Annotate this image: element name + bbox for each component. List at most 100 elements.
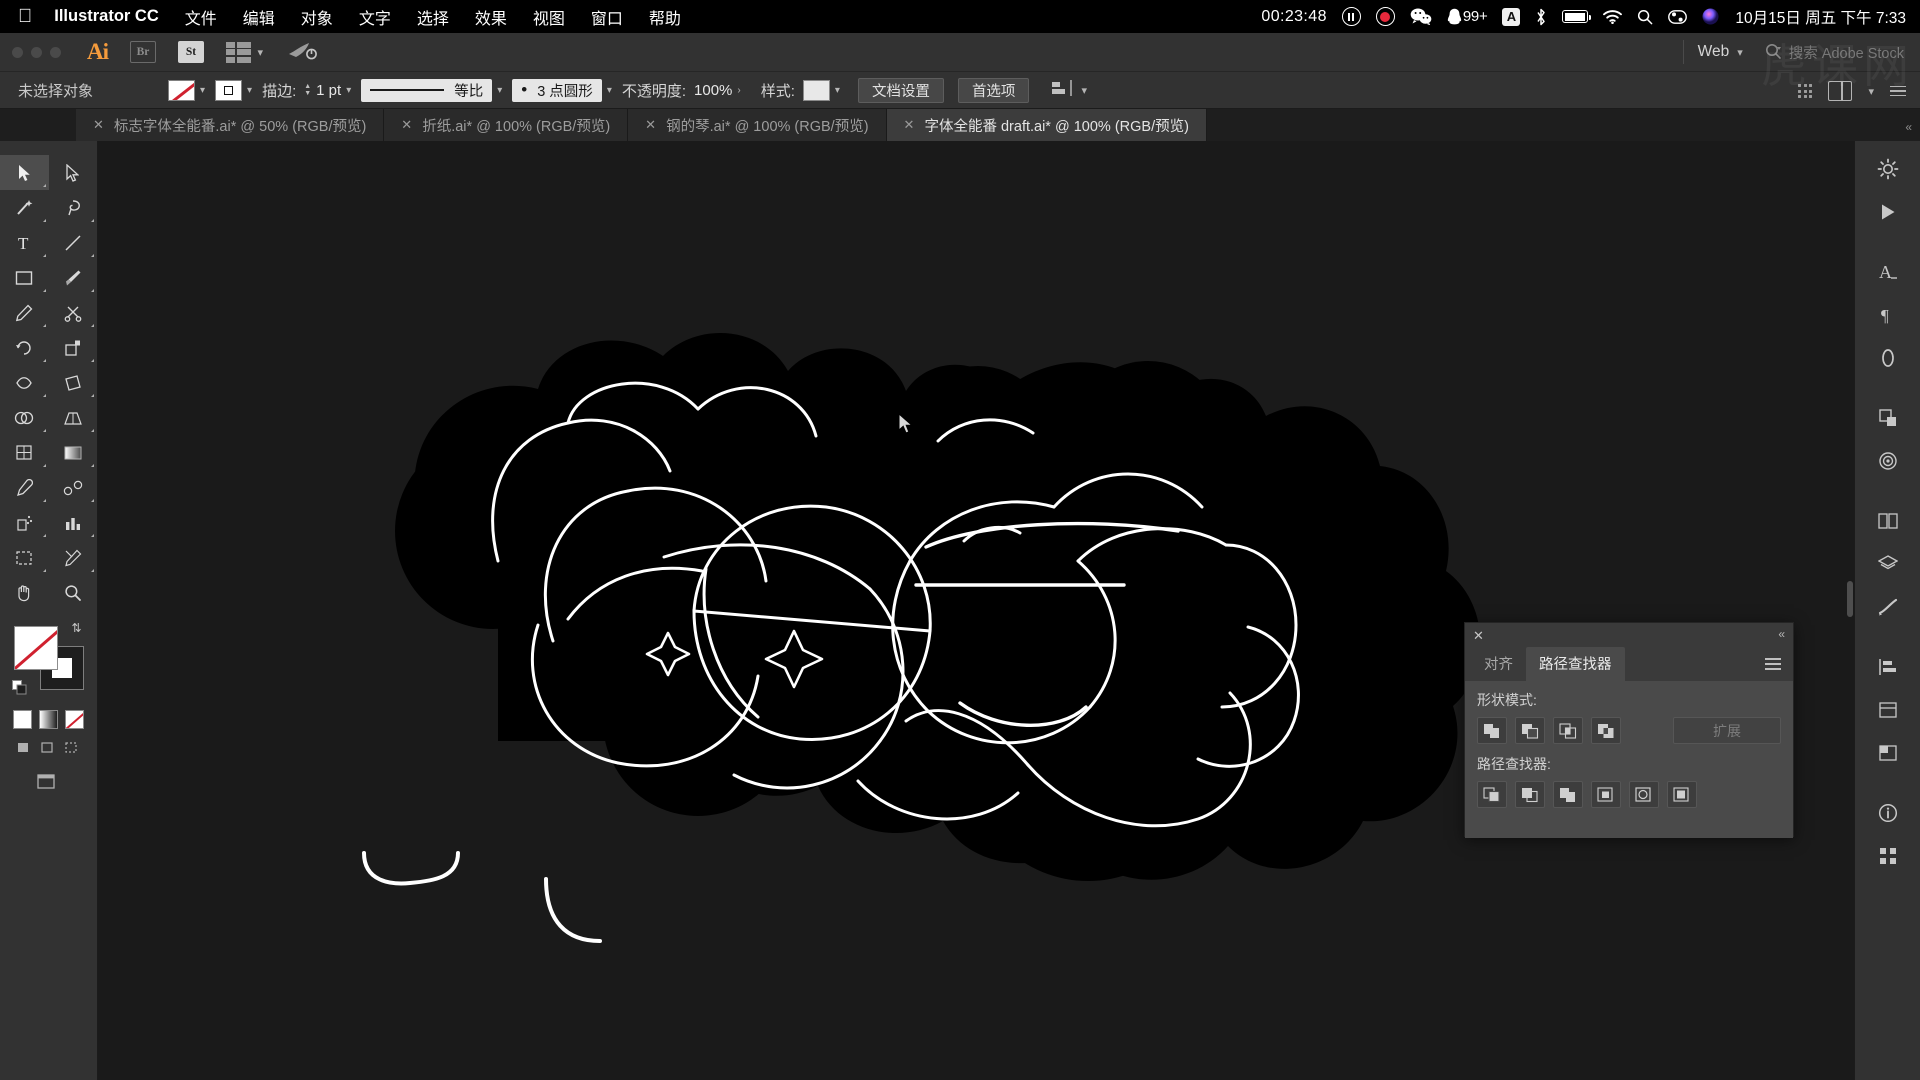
minus-back-icon[interactable] xyxy=(1667,781,1697,808)
menu-edit[interactable]: 编辑 xyxy=(243,5,275,29)
column-graph-tool[interactable] xyxy=(49,505,98,540)
chevron-down-icon[interactable]: ▾ xyxy=(1868,85,1874,98)
rotate-tool[interactable] xyxy=(0,330,49,365)
close-icon[interactable]: ✕ xyxy=(93,117,104,133)
expand-button[interactable]: 扩展 xyxy=(1673,717,1781,744)
brush-definition-select[interactable]: • 3 点圆形 xyxy=(512,78,602,102)
libraries-play-icon[interactable] xyxy=(1866,192,1910,232)
chevron-down-icon[interactable]: ▾ xyxy=(607,85,612,96)
chevron-down-icon[interactable]: ▾ xyxy=(200,85,205,96)
close-icon[interactable]: ✕ xyxy=(1473,628,1484,644)
layers-icon[interactable] xyxy=(1866,544,1910,584)
record-icon[interactable] xyxy=(1375,7,1395,26)
tab-align[interactable]: 对齐 xyxy=(1471,647,1526,681)
width-tool[interactable] xyxy=(0,365,49,400)
menubar-app-name[interactable]: Illustrator CC xyxy=(54,7,159,26)
stroke-weight-value[interactable]: 1 pt xyxy=(316,82,341,99)
type-tool[interactable]: T xyxy=(0,225,49,260)
symbols-icon[interactable] xyxy=(1866,836,1910,876)
perspective-grid-tool[interactable] xyxy=(49,400,98,435)
symbol-sprayer-tool[interactable] xyxy=(0,505,49,540)
minus-front-icon[interactable] xyxy=(1515,717,1545,744)
chevron-down-icon[interactable]: ▾ xyxy=(497,85,502,96)
input-method-icon[interactable]: A xyxy=(1502,7,1521,26)
document-tab[interactable]: ✕ 标志字体全能番.ai* @ 50% (RGB/预览) xyxy=(76,109,385,141)
stock-search-input[interactable]: 搜索 Adobe Stock xyxy=(1765,42,1904,63)
gradient-tool[interactable] xyxy=(49,435,98,470)
align-control[interactable]: ▾ xyxy=(1051,79,1087,102)
appearance-icon[interactable] xyxy=(1866,690,1910,730)
qq-icon[interactable]: 99+ xyxy=(1447,8,1488,26)
lasso-tool[interactable] xyxy=(49,190,98,225)
opacity-value[interactable]: 100% xyxy=(694,82,732,99)
gear-settings-icon[interactable] xyxy=(1866,149,1910,189)
pencil-tool[interactable] xyxy=(0,295,49,330)
transform-icon[interactable] xyxy=(1866,398,1910,438)
workspace-switcher[interactable]: ▾ xyxy=(226,41,263,63)
siri-icon[interactable] xyxy=(1702,8,1719,25)
menu-view[interactable]: 视图 xyxy=(533,5,565,29)
panel-menu-icon[interactable] xyxy=(1765,658,1781,670)
artwork-bubble-lettering[interactable] xyxy=(98,141,1854,1080)
intersect-icon[interactable] xyxy=(1553,717,1583,744)
menu-file[interactable]: 文件 xyxy=(185,5,217,29)
gradient-panel-icon[interactable] xyxy=(1866,441,1910,481)
wechat-icon[interactable] xyxy=(1410,8,1432,25)
shape-builder-tool[interactable] xyxy=(0,400,49,435)
change-screen-mode-icon[interactable] xyxy=(0,772,97,792)
character-type-icon[interactable]: A xyxy=(1866,252,1910,292)
draw-normal-icon[interactable] xyxy=(17,741,33,758)
slice-tool[interactable] xyxy=(49,540,98,575)
exclude-icon[interactable] xyxy=(1591,717,1621,744)
stroke-swatch[interactable] xyxy=(215,79,243,101)
minimize-window-button[interactable] xyxy=(31,46,42,58)
color-swatch-icon[interactable] xyxy=(13,710,32,729)
document-tab-active[interactable]: ✕ 字体全能番 draft.ai* @ 100% (RGB/预览) xyxy=(886,109,1207,141)
paintbrush-tool[interactable] xyxy=(49,260,98,295)
none-icon[interactable] xyxy=(65,710,84,729)
draw-behind-icon[interactable] xyxy=(40,741,57,758)
stroke-weight-stepper[interactable]: ▲ ▼ xyxy=(304,83,311,97)
document-tab[interactable]: ✕ 钢的琴.ai* @ 100% (RGB/预览) xyxy=(628,109,887,141)
artboard-canvas[interactable] xyxy=(98,141,1854,1080)
swatches-icon[interactable] xyxy=(1866,733,1910,773)
menu-window[interactable]: 窗口 xyxy=(591,5,623,29)
stroke-profile-select[interactable]: 等比 xyxy=(361,78,493,102)
opacity-expand-icon[interactable]: › xyxy=(737,85,740,96)
line-segment-tool[interactable] xyxy=(49,225,98,260)
graphic-style-swatch[interactable] xyxy=(802,79,830,101)
trim-icon[interactable] xyxy=(1515,781,1545,808)
magic-wand-tool[interactable] xyxy=(0,190,49,225)
menu-type[interactable]: 文字 xyxy=(359,5,391,29)
tabbar-collapse-icon[interactable]: « xyxy=(1905,120,1912,134)
blend-tool[interactable] xyxy=(49,470,98,505)
wifi-icon[interactable] xyxy=(1603,9,1623,24)
menubar-datetime[interactable]: 10月15日 周五 下午 7:33 xyxy=(1735,6,1906,28)
document-setup-button[interactable]: 文档设置 xyxy=(857,77,944,103)
mesh-tool[interactable] xyxy=(0,435,49,470)
pause-icon[interactable] xyxy=(1341,7,1361,26)
chevron-down-icon[interactable]: ▾ xyxy=(346,85,351,96)
document-tab[interactable]: ✕ 折纸.ai* @ 100% (RGB/预览) xyxy=(384,109,629,141)
scale-tool[interactable] xyxy=(49,330,98,365)
bluetooth-icon[interactable] xyxy=(1535,8,1547,26)
menu-object[interactable]: 对象 xyxy=(301,5,333,29)
outline-icon[interactable] xyxy=(1629,781,1659,808)
pathfinder-panel[interactable]: ✕ « 对齐 路径查找器 形状模式: 扩展 路径查找器: xyxy=(1464,622,1794,838)
window-traffic-lights[interactable] xyxy=(12,46,61,58)
swap-fill-stroke-icon[interactable]: ⇅ xyxy=(71,621,81,635)
preferences-button[interactable]: 首选项 xyxy=(957,77,1030,103)
collapse-icon[interactable]: « xyxy=(1778,627,1785,641)
bridge-button[interactable]: Br xyxy=(130,41,156,63)
apps-grid-icon[interactable] xyxy=(1798,84,1813,98)
close-window-button[interactable] xyxy=(12,46,23,58)
menu-effect[interactable]: 效果 xyxy=(475,5,507,29)
selection-tool[interactable] xyxy=(0,155,49,190)
unite-icon[interactable] xyxy=(1477,717,1507,744)
crop-icon[interactable] xyxy=(1591,781,1621,808)
paragraph-icon[interactable]: ¶ xyxy=(1866,295,1910,335)
stroke-panel-icon[interactable] xyxy=(1866,338,1910,378)
control-center-icon[interactable] xyxy=(1668,9,1688,24)
chevron-down-icon[interactable]: ▾ xyxy=(1737,46,1743,59)
chevron-down-icon[interactable]: ▾ xyxy=(835,85,840,96)
